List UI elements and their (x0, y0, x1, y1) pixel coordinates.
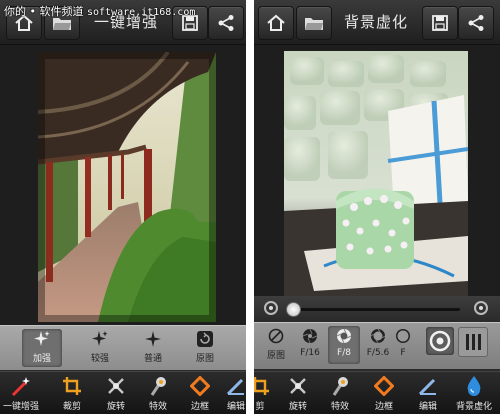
tool-label: 剪 (255, 402, 265, 412)
linear-blur-icon (466, 334, 481, 350)
tool-crop[interactable]: 裁剪 (54, 374, 90, 414)
aperture-f16[interactable]: F/16 (294, 326, 326, 364)
rotate-icon (197, 331, 213, 347)
option-label: 较强 (90, 354, 109, 364)
no-blur-icon (268, 328, 284, 344)
tool-background-blur[interactable]: 背景虚化 (452, 374, 496, 414)
tool-label: 编辑 (226, 402, 245, 412)
tool-label: 旋转 (288, 402, 307, 412)
tool-label: 裁剪 (62, 402, 81, 412)
share-icon (468, 15, 484, 31)
rotate-tool-icon (108, 378, 124, 394)
tool-label: 一键增强 (3, 402, 40, 412)
aperture-options-bar: 原图 F/16 F/8 F/5.6 F (254, 322, 500, 369)
tool-frame[interactable]: 边框 (182, 374, 218, 414)
blur-drop-icon (467, 376, 481, 396)
tool-label: 编辑 (418, 402, 437, 412)
aperture-icon (370, 328, 386, 344)
linear-blur-mode-button[interactable] (458, 327, 488, 357)
aperture-label: F (400, 348, 406, 358)
tool-effects[interactable]: 特效 (322, 374, 358, 414)
aperture-icon (396, 329, 410, 343)
cake-photo[interactable] (284, 51, 468, 296)
tool-edit[interactable]: 编辑 (222, 374, 246, 414)
home-button[interactable] (258, 6, 294, 40)
top-bar: 背景虚化 (254, 0, 500, 45)
radial-blur-mode-button[interactable] (426, 327, 454, 355)
tool-label: 特效 (148, 402, 167, 412)
aperture-label: 原图 (266, 351, 285, 361)
left-phone-screen: 一键增强 你的 • 软件频道 software.it168.com 加强 较强 … (0, 0, 246, 414)
radial-blur-icon (429, 330, 451, 352)
tool-label: 边框 (190, 402, 209, 412)
home-icon (267, 14, 285, 31)
tool-edit[interactable]: 编辑 (410, 374, 446, 414)
option-strong-plus[interactable]: 加强 (22, 329, 62, 367)
effects-icon (332, 377, 348, 396)
tool-crop[interactable]: 剪 (254, 374, 276, 414)
tool-one-click-enhance[interactable]: 一键增强 (3, 374, 39, 414)
blur-slider-knob[interactable] (286, 302, 301, 317)
tool-label: 边框 (374, 402, 393, 412)
watermark-url: software.it168.com (86, 7, 196, 18)
watermark: 你的 • 软件频道 software.it168.com (4, 3, 195, 19)
aperture-label: F/16 (300, 348, 320, 358)
aperture-f5-6[interactable]: F/5.6 (362, 326, 394, 364)
bottom-toolbar: 一键增强 裁剪 旋转 特效 边框 编辑 (0, 371, 246, 414)
rotate-tool-icon (290, 378, 306, 394)
save-button[interactable] (422, 6, 458, 40)
option-normal[interactable]: 普通 (133, 329, 173, 367)
right-phone-screen: 背景虚化 原图 F/16 F/8 F/5.6 F 剪 旋转 特效 边框 编辑 背… (254, 0, 500, 414)
crop-icon (254, 377, 269, 395)
effects-icon (150, 377, 166, 396)
aperture-icon (302, 328, 318, 344)
option-label: 加强 (32, 354, 51, 364)
tool-label: 背景虚化 (455, 402, 492, 412)
folder-icon (305, 18, 323, 30)
edit-icon (226, 378, 244, 396)
watermark-text: 你的 • 软件频道 (4, 5, 84, 18)
aperture-icon (336, 328, 352, 344)
page-title: 背景虚化 (344, 13, 409, 31)
blur-slider-track[interactable] (286, 302, 460, 317)
aperture-partial[interactable]: F (396, 326, 410, 364)
tool-label: 特效 (330, 402, 349, 412)
option-strong[interactable]: 较强 (80, 329, 120, 367)
tool-effects[interactable]: 特效 (140, 374, 176, 414)
share-button[interactable] (208, 6, 244, 40)
tool-rotate[interactable]: 旋转 (280, 374, 316, 414)
frame-icon (374, 376, 394, 396)
share-icon (218, 15, 234, 31)
max-blur-icon[interactable] (474, 301, 488, 315)
photo-canvas (0, 45, 246, 325)
corridor-photo[interactable] (38, 52, 216, 322)
open-folder-button[interactable] (296, 6, 332, 40)
aperture-original[interactable]: 原图 (260, 326, 292, 364)
blur-slider-bar (254, 296, 500, 322)
save-icon (432, 15, 448, 31)
crop-icon (63, 377, 81, 395)
aperture-label: F/5.6 (366, 348, 390, 358)
option-label: 原图 (195, 354, 214, 364)
enhance-options-bar: 加强 较强 普通 原图 (0, 325, 246, 370)
option-label: 普通 (143, 354, 162, 364)
star-icon (145, 331, 161, 347)
tool-frame[interactable]: 边框 (366, 374, 402, 414)
photo-canvas (254, 45, 500, 296)
edit-icon (418, 378, 436, 396)
screenshot-divider (246, 0, 254, 414)
sparkle-icon (34, 331, 50, 346)
sparkle-icon (92, 331, 108, 346)
frame-icon (190, 376, 210, 396)
share-button[interactable] (458, 6, 494, 40)
min-blur-icon[interactable] (264, 301, 278, 315)
option-original[interactable]: 原图 (185, 329, 225, 367)
aperture-f8[interactable]: F/8 (328, 326, 360, 364)
magic-wand-icon (11, 377, 30, 397)
bottom-toolbar: 剪 旋转 特效 边框 编辑 背景虚化 (254, 371, 500, 414)
tool-rotate[interactable]: 旋转 (98, 374, 134, 414)
tool-label: 旋转 (106, 402, 125, 412)
aperture-label: F/8 (337, 348, 351, 358)
